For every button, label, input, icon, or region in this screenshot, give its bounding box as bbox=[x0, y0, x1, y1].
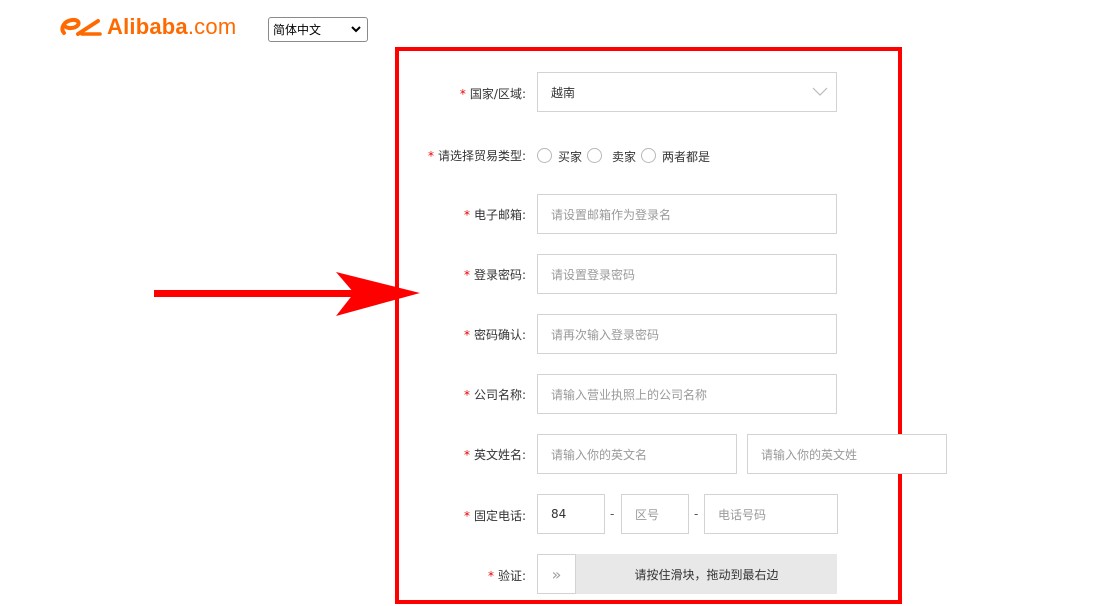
english-first-name-placeholder: 请输入你的英文名 bbox=[551, 447, 648, 462]
phone-number-placeholder: 电话号码 bbox=[718, 507, 767, 522]
radio-seller[interactable] bbox=[587, 148, 602, 163]
required-mark: * bbox=[463, 388, 470, 402]
phone-separator: - bbox=[694, 507, 699, 521]
password-placeholder: 请设置登录密码 bbox=[551, 267, 636, 282]
radio-both[interactable] bbox=[641, 148, 656, 163]
logo-suffix-text: .com bbox=[187, 14, 237, 39]
chevron-down-icon bbox=[812, 87, 828, 96]
slider-captcha: » 请按住滑块，拖动到最右边 bbox=[537, 554, 837, 594]
logo-main-text: Alibaba bbox=[107, 14, 188, 39]
phone-number-field[interactable]: 电话号码 bbox=[704, 494, 838, 534]
required-mark: * bbox=[459, 87, 466, 101]
phone-area-code-placeholder: 区号 bbox=[635, 507, 660, 522]
slider-handle[interactable]: » bbox=[537, 554, 576, 594]
logo-wordmark: Alibaba.com bbox=[107, 14, 236, 40]
english-last-name-placeholder: 请输入你的英文姓 bbox=[761, 447, 858, 462]
country-select[interactable]: 越南 bbox=[537, 72, 837, 112]
verify-label-text: 验证: bbox=[497, 569, 526, 583]
phone-area-code-field[interactable]: 区号 bbox=[621, 494, 689, 534]
company-label-text: 公司名称: bbox=[473, 388, 526, 402]
email-label-text: 电子邮箱: bbox=[473, 208, 526, 222]
required-mark: * bbox=[463, 509, 470, 523]
email-field[interactable]: 请设置邮箱作为登录名 bbox=[537, 194, 837, 234]
required-mark: * bbox=[463, 328, 470, 342]
trade-type-label: * 请选择贸易类型: bbox=[428, 147, 526, 164]
required-mark: * bbox=[463, 448, 470, 462]
email-label: * 电子邮箱: bbox=[464, 206, 526, 223]
password-label-text: 登录密码: bbox=[473, 268, 526, 282]
radio-both-label[interactable]: 两者都是 bbox=[662, 148, 710, 165]
confirm-password-field[interactable]: 请再次输入登录密码 bbox=[537, 314, 837, 354]
phone-country-code-field[interactable]: 84 bbox=[537, 494, 605, 534]
email-placeholder: 请设置邮箱作为登录名 bbox=[551, 207, 672, 222]
phone-label-text: 固定电话: bbox=[473, 509, 526, 523]
english-first-name-field[interactable]: 请输入你的英文名 bbox=[537, 434, 737, 474]
required-mark: * bbox=[427, 149, 434, 163]
confirm-password-placeholder: 请再次输入登录密码 bbox=[551, 327, 660, 342]
country-label: * 国家/区域: bbox=[460, 85, 526, 102]
alibaba-logo-icon bbox=[60, 17, 102, 36]
required-mark: * bbox=[487, 569, 494, 583]
company-name-placeholder: 请输入营业执照上的公司名称 bbox=[551, 387, 708, 402]
confirm-password-label-text: 密码确认: bbox=[473, 328, 526, 342]
form-labels: * 国家/区域: * 请选择贸易类型: * 电子邮箱: * 登录密码: * 密码确认: *… bbox=[300, 0, 526, 606]
company-name-field[interactable]: 请输入营业执照上的公司名称 bbox=[537, 374, 837, 414]
phone-separator: - bbox=[610, 507, 615, 521]
country-selected-value: 越南 bbox=[551, 85, 576, 100]
company-label: * 公司名称: bbox=[464, 386, 526, 403]
verify-label: * 验证: bbox=[488, 567, 526, 584]
phone-country-code-value: 84 bbox=[551, 507, 567, 521]
country-label-text: 国家/区域: bbox=[469, 87, 526, 101]
english-name-label: * 英文姓名: bbox=[464, 446, 526, 463]
required-mark: * bbox=[463, 268, 470, 282]
radio-seller-label[interactable]: 卖家 bbox=[612, 148, 636, 165]
alibaba-logo[interactable]: Alibaba.com bbox=[58, 10, 236, 44]
required-mark: * bbox=[463, 208, 470, 222]
english-name-label-text: 英文姓名: bbox=[473, 448, 526, 462]
double-chevron-right-icon: » bbox=[551, 564, 562, 584]
slider-instruction-text: 请按住滑块，拖动到最右边 bbox=[634, 567, 779, 582]
trade-type-label-text: 请选择贸易类型: bbox=[437, 149, 526, 163]
radio-buyer-label[interactable]: 买家 bbox=[558, 148, 582, 165]
confirm-password-label: * 密码确认: bbox=[464, 326, 526, 343]
password-field[interactable]: 请设置登录密码 bbox=[537, 254, 837, 294]
phone-label: * 固定电话: bbox=[464, 507, 526, 524]
radio-buyer[interactable] bbox=[537, 148, 552, 163]
english-last-name-field[interactable]: 请输入你的英文姓 bbox=[747, 434, 947, 474]
password-label: * 登录密码: bbox=[464, 266, 526, 283]
